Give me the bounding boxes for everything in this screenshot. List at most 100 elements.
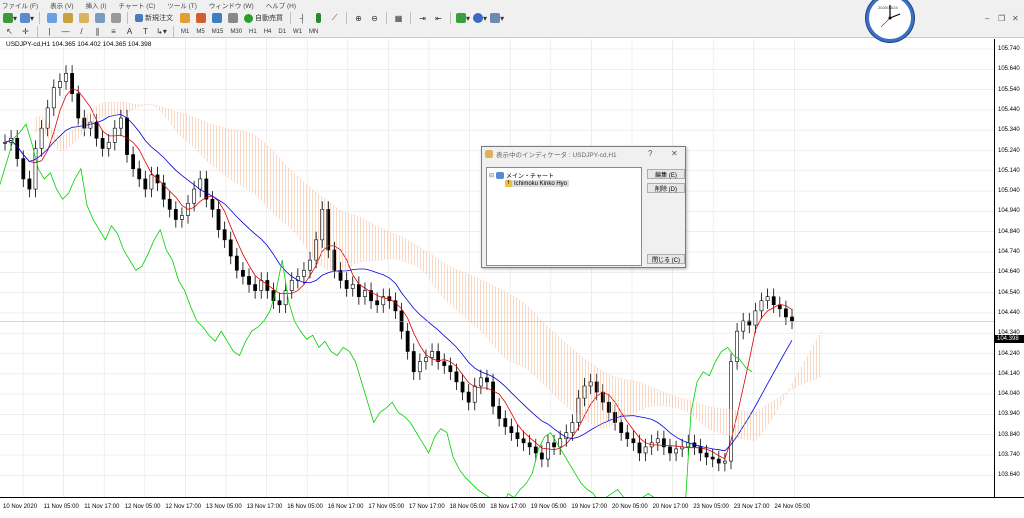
menu-help[interactable]: ヘルプ (H)	[266, 0, 296, 10]
timeframe-w1[interactable]: W1	[291, 29, 304, 35]
candlestick-icon[interactable]	[312, 12, 325, 25]
price-chart[interactable]	[0, 39, 994, 515]
fibonacci-icon[interactable]: ≡	[107, 25, 120, 38]
time-tick-label: 20 Nov 17:00	[652, 504, 689, 510]
candle-body	[198, 178, 203, 190]
delete-button[interactable]: 削除 (D)	[647, 183, 685, 193]
candle-body	[509, 426, 514, 433]
timeframe-mn[interactable]: MN	[307, 29, 320, 35]
auto-trading-icon	[244, 13, 254, 23]
indicators-icon[interactable]: ▾	[456, 12, 470, 25]
chart-canvas	[0, 39, 994, 515]
menu-tools[interactable]: ツール (T)	[167, 0, 197, 10]
line-chart-icon[interactable]: ⟋	[328, 12, 341, 25]
zoom-in-icon[interactable]: ⊕	[352, 12, 365, 25]
market-watch-icon[interactable]	[45, 12, 58, 25]
candle-body	[253, 284, 258, 291]
candle-body	[192, 188, 197, 204]
text-icon[interactable]: A	[123, 25, 136, 38]
candle-body	[405, 330, 410, 352]
new-order-icon	[135, 14, 144, 22]
market-icon[interactable]	[210, 12, 223, 25]
timeframe-m1[interactable]: M1	[179, 29, 191, 35]
trendline-icon[interactable]: /	[75, 25, 88, 38]
help-button[interactable]: ?	[648, 149, 652, 158]
periods-icon[interactable]: ▾	[473, 12, 487, 25]
profiles-icon[interactable]: ▾	[20, 12, 34, 25]
candle-body	[753, 310, 758, 326]
vps-icon[interactable]	[226, 12, 239, 25]
vertical-line-icon[interactable]: |	[43, 25, 56, 38]
menu-insert[interactable]: 挿入 (I)	[86, 0, 107, 10]
new-order-label: 新規注文	[145, 15, 174, 22]
candle-body	[167, 198, 172, 210]
menu-chart[interactable]: チャート (C)	[119, 0, 156, 10]
menu-window[interactable]: ウィンドウ (W)	[209, 0, 254, 10]
candle-body	[643, 446, 648, 454]
candle-body	[765, 296, 770, 302]
candle-body	[94, 121, 99, 139]
timeframe-m30[interactable]: M30	[228, 29, 244, 35]
text-label-icon[interactable]: T	[139, 25, 152, 38]
candle-body	[478, 377, 483, 387]
navigator-icon[interactable]	[77, 12, 90, 25]
window-close-icon[interactable]: ✕	[1012, 14, 1019, 23]
window-minimize-icon[interactable]: –	[985, 14, 989, 23]
price-tick-label: 105.540	[998, 86, 1020, 93]
auto-trading-button[interactable]: 自動売買	[242, 12, 285, 25]
symbol-info: USDJPY-cd,H1 104.365 104.402 104.365 104…	[6, 41, 152, 48]
candle-body	[204, 178, 209, 200]
time-tick-label: 11 Nov 17:00	[84, 504, 120, 510]
timeframe-h1[interactable]: H1	[247, 29, 259, 35]
metaeditor-icon[interactable]	[178, 12, 191, 25]
timeframe-d1[interactable]: D1	[276, 29, 288, 35]
tree-root[interactable]: ⊟ メイン・チャート	[489, 171, 554, 180]
dialog-close-icon[interactable]: ✕	[671, 149, 678, 158]
terminal-icon[interactable]	[93, 12, 106, 25]
signals-icon[interactable]	[194, 12, 207, 25]
menu-file[interactable]: ファイル (F)	[2, 0, 38, 10]
candle-body	[716, 458, 721, 464]
tile-windows-icon[interactable]: ▦	[392, 12, 405, 25]
candle-body	[363, 290, 367, 297]
menu-view[interactable]: 表示 (V)	[50, 0, 73, 10]
zoom-out-icon[interactable]: ⊖	[368, 12, 381, 25]
collapse-icon[interactable]: ⊟	[489, 172, 494, 179]
cursor-icon[interactable]: ↖	[3, 25, 16, 38]
tree-item-ichimoku[interactable]: f Ichimoku Kinko Hyo	[505, 180, 570, 187]
toolbar-separator	[386, 12, 388, 24]
price-tick-label: 105.240	[998, 147, 1020, 154]
crosshair-icon[interactable]: ✛	[19, 25, 32, 38]
time-tick-label: 19 Nov 17:00	[571, 504, 608, 510]
strategy-tester-icon[interactable]	[109, 12, 122, 25]
candle-body	[308, 259, 312, 271]
new-chart-icon[interactable]: ▾	[3, 12, 17, 25]
chart-shift-icon[interactable]: ⇤	[432, 12, 445, 25]
templates-icon[interactable]: ▾	[490, 12, 504, 25]
candle-body	[472, 385, 477, 403]
data-window-icon[interactable]	[61, 12, 74, 25]
auto-scroll-icon[interactable]: ⇥	[416, 12, 429, 25]
candle-body	[137, 168, 142, 180]
price-tick-label: 105.040	[998, 188, 1020, 195]
toolbar-separator	[290, 12, 292, 24]
candle-body	[637, 442, 642, 454]
timeframe-m15[interactable]: M15	[210, 29, 226, 35]
timeframe-h4[interactable]: H4	[262, 29, 274, 35]
price-tick-label: 104.440	[998, 309, 1020, 316]
time-tick-label: 18 Nov 05:00	[449, 504, 486, 510]
edit-button[interactable]: 編集 (E)	[647, 169, 685, 179]
candle-body	[259, 280, 264, 291]
new-order-button[interactable]: 新規注文	[133, 12, 175, 25]
price-tick-label: 104.540	[998, 289, 1020, 296]
bar-chart-icon[interactable]: ┤	[296, 12, 309, 25]
auto-trading-label: 自動売買	[255, 15, 284, 22]
close-button[interactable]: 閉じる (C)	[647, 254, 685, 264]
candle-body	[570, 422, 575, 433]
channel-icon[interactable]: ∥	[91, 25, 104, 38]
timeframe-m5[interactable]: M5	[194, 29, 206, 35]
arrows-icon[interactable]: ↳▾	[155, 25, 168, 38]
horizontal-line-icon[interactable]: —	[59, 25, 72, 38]
candle-body	[783, 308, 788, 318]
window-restore-icon[interactable]: ❐	[998, 14, 1005, 23]
